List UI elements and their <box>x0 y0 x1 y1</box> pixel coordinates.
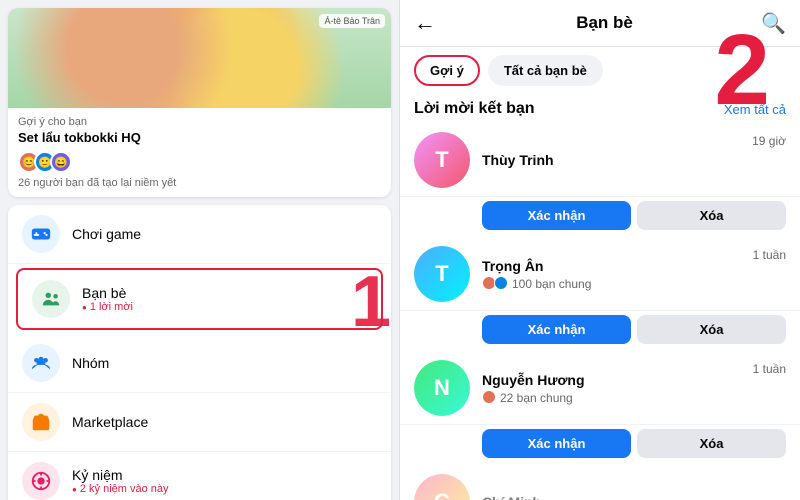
friend-avatar-3: C <box>414 474 470 500</box>
friend-actions-0: Xác nhận Xóa <box>400 197 800 238</box>
right-panel: 2 ← Bạn bè 🔍 Gợi ý Tất cả bạn bè Lời mời… <box>400 0 800 500</box>
tabs-row: Gợi ý Tất cả bạn bè <box>400 47 800 94</box>
friend-item-3: C Chí Minh <box>400 466 800 500</box>
friend-actions-1: Xác nhận Xóa <box>400 311 800 352</box>
friend-item-1: T Trọng Ân 100 bạn chung 1 tuần Xác nhận… <box>400 238 800 352</box>
friend-time-1: 1 tuần <box>753 246 786 262</box>
nhom-label: Nhóm <box>72 355 377 371</box>
ban-be-label: Bạn bè <box>82 285 367 301</box>
friend-item-0: T Thùy Trinh 19 giờ Xác nhận Xóa <box>400 124 800 238</box>
feed-content: Gợi ý cho bạn Set lẩu tokbokki HQ 😊 🙂 😄 … <box>8 108 391 197</box>
ban-be-badge: 1 lời mời <box>82 301 367 313</box>
nav-section: Chơi game Bạn bè 1 lời mời 1 <box>8 205 391 500</box>
friend-info-2: Nguyễn Hương 22 bạn chung <box>482 372 753 405</box>
feed-image: Á-tê Bảo Trân <box>8 8 391 108</box>
feed-avatars: 😊 🙂 😄 <box>18 151 381 173</box>
right-header: ← Bạn bè 🔍 <box>400 0 800 47</box>
friend-name-1: Trọng Ân <box>482 258 753 274</box>
nav-text-ky-niem: Kỷ niệm 2 kỷ niệm vào này <box>72 467 377 495</box>
nav-item-choi-game[interactable]: Chơi game <box>8 205 391 264</box>
delete-button-0[interactable]: Xóa <box>637 201 786 230</box>
choi-game-label: Chơi game <box>72 226 377 242</box>
friend-item-2: N Nguyễn Hương 22 bạn chung 1 tuần Xác n… <box>400 352 800 466</box>
nav-item-marketplace[interactable]: Marketplace <box>8 393 391 452</box>
section-title: Lời mời kết bạn <box>414 100 535 118</box>
number-1-badge: 1 <box>351 266 391 338</box>
tab-goi-y[interactable]: Gợi ý <box>414 55 480 86</box>
ky-niem-label: Kỷ niệm <box>72 467 377 483</box>
delete-button-1[interactable]: Xóa <box>637 315 786 344</box>
groups-icon <box>22 344 60 382</box>
delete-button-2[interactable]: Xóa <box>637 429 786 458</box>
friend-mutual-2: 22 bạn chung <box>500 391 573 405</box>
friend-time-2: 1 tuần <box>753 360 786 376</box>
friend-avatar-2: N <box>414 360 470 416</box>
nav-text-nhom: Nhóm <box>72 355 377 371</box>
friend-info-1: Trọng Ân 100 bạn chung <box>482 258 753 291</box>
nav-item-ky-niem[interactable]: Kỷ niệm 2 kỷ niệm vào này <box>8 452 391 500</box>
friend-avatar-1: T <box>414 246 470 302</box>
marketplace-label: Marketplace <box>72 414 377 430</box>
confirm-button-2[interactable]: Xác nhận <box>482 429 631 458</box>
back-button[interactable]: ← <box>414 10 436 36</box>
feed-label: Á-tê Bảo Trân <box>319 14 385 28</box>
friend-name-3: Chí Minh <box>482 494 786 500</box>
nav-text-marketplace: Marketplace <box>72 414 377 430</box>
friend-avatar-0: T <box>414 132 470 188</box>
nav-item-nhom[interactable]: Nhóm <box>8 334 391 393</box>
friend-name-0: Thùy Trinh <box>482 152 752 168</box>
right-header-title: Bạn bè <box>448 13 761 33</box>
nav-text-choi-game: Chơi game <box>72 226 377 242</box>
feed-card[interactable]: Á-tê Bảo Trân Gợi ý cho bạn Set lẩu tokb… <box>8 8 391 197</box>
feed-title: Set lẩu tokbokki HQ <box>18 130 381 145</box>
nav-item-ban-be[interactable]: Bạn bè 1 lời mời 1 <box>16 268 383 330</box>
friend-actions-2: Xác nhận Xóa <box>400 425 800 466</box>
tab-tat-ca-ban-be[interactable]: Tất cả bạn bè <box>488 55 603 86</box>
friend-name-2: Nguyễn Hương <box>482 372 753 388</box>
confirm-button-1[interactable]: Xác nhận <box>482 315 631 344</box>
friend-time-0: 19 giờ <box>752 132 786 148</box>
search-button[interactable]: 🔍 <box>761 11 786 36</box>
confirm-button-0[interactable]: Xác nhận <box>482 201 631 230</box>
friends-icon <box>32 280 70 318</box>
game-icon <box>22 215 60 253</box>
friend-mutual-1: 100 bạn chung <box>512 277 591 291</box>
section-header: Lời mời kết bạn Xem tất cả <box>400 94 800 124</box>
goi-y-label: Gợi ý cho bạn <box>18 116 381 128</box>
friend-info-3: Chí Minh <box>482 494 786 500</box>
feed-desc: 26 người bạn đã tạo lại niềm yết <box>18 177 381 189</box>
ky-niem-badge: 2 kỷ niệm vào này <box>72 483 377 495</box>
friend-info-0: Thùy Trinh <box>482 152 752 168</box>
nav-text-ban-be: Bạn bè 1 lời mời <box>82 285 367 313</box>
marketplace-icon <box>22 403 60 441</box>
avatar-3: 😄 <box>50 151 72 173</box>
memories-icon <box>22 462 60 500</box>
see-all-button[interactable]: Xem tất cả <box>724 102 786 117</box>
left-panel: Á-tê Bảo Trân Gợi ý cho bạn Set lẩu tokb… <box>0 0 400 500</box>
